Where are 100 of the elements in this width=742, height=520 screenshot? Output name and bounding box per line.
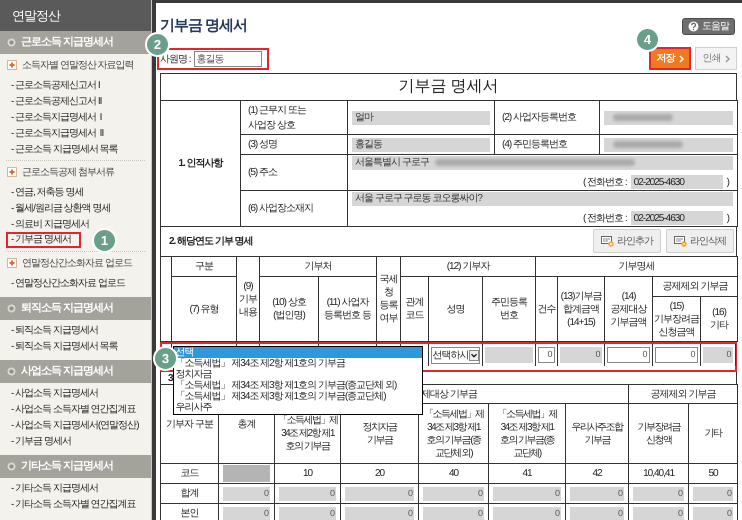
readonly-field: 0 [570,486,624,500]
delete-row-button[interactable]: 라인삭제 [666,229,734,253]
column-header: 공제제외 기부금 [652,276,738,296]
readonly-field: 0 [279,506,336,520]
column-header: 관계 코드 [400,276,428,342]
readonly-field: 0 [633,506,684,520]
column-header: 기타 [688,404,738,464]
readonly-field: 0 [693,486,734,500]
bullet-icon [7,304,16,313]
field-label: (3) 성명 [240,134,348,154]
section-heading: 3 [168,372,173,384]
phone-label: ( 전화번호 : [582,176,627,190]
readonly-field: 0 [223,506,270,520]
delete-row-icon [674,235,687,247]
field-label: (4) 주민등록번호 [494,134,600,154]
menu-item[interactable]: - 근로소득공제신고서 I [6,78,100,92]
readonly-field: 0 [633,486,684,500]
help-button[interactable]: 도움말 [682,18,735,34]
menu-heading[interactable]: 연말정산간소화자료 업로드 [6,254,145,272]
menu-heading[interactable]: 근로소득공제 첨부서류 [6,163,145,181]
chevron-right-icon [678,54,684,62]
bullet-icon [7,38,16,47]
table-cell: 본인 [160,504,218,520]
table-cell: 41 [488,464,566,484]
add-row-button[interactable]: 라인추가 [593,229,661,253]
help-icon [688,20,699,32]
column-header: 기부명세 [536,256,738,276]
column-header: 구분 [172,256,236,276]
input-field[interactable]: 0 [606,347,650,363]
readonly-field: 0 [423,506,484,520]
input-field[interactable]: 0 [654,347,698,363]
menu-item[interactable]: - 근로소득 지급명세서 목록 [6,142,118,156]
phone-label: ( 전화번호 : [582,212,627,226]
readonly-field: 홍길동 [352,138,490,152]
menu-item[interactable]: - 퇴직소득 지급명세서 목록 [6,338,118,354]
step-badge: 4 [635,27,660,52]
field-label: (5) 주소 [240,154,348,190]
menu-item[interactable]: - 근로소득지급명세서 I [6,110,102,124]
dropdown-option[interactable]: 「소득세법」 제34조 제3항 제1호의 기부금(종교단체) [174,391,422,402]
print-button[interactable]: 인쇄 [695,47,737,70]
table-cell: 합계 [160,484,218,504]
readonly-field: 02-2025-4630 [630,175,723,189]
column-header: (13)기부금 합계금액 (14+15) [558,276,605,342]
bullet-icon [7,367,16,376]
column-header: 「소득세법」제 34조 제3항 제1 호의 기부금(종 교단체) [488,404,566,464]
column-header: 기부처 [260,256,376,276]
readonly-field: 0 [560,347,602,363]
column-header: (14) 공제대상 기부금액 [604,276,653,342]
plus-icon [7,60,17,70]
menu-item[interactable]: - 월세/원리금 상환액 명세 [6,200,110,216]
dropdown-option[interactable]: 「소득세법」 제34조 제3항 제1호의 기부금(종교단체 외) [174,380,422,391]
step-badge: 3 [153,346,178,371]
dropdown-option[interactable]: 정치자금 [174,369,422,380]
step-badge: 1 [92,228,117,253]
column-header: 건수 [536,276,558,342]
readonly-field: 0 [493,486,561,500]
column-header: (15) 기부장려금 신청금액 [652,296,701,342]
menu-item[interactable]: - 기타소득 소득자별 연간집계표 [6,496,136,512]
form-title: 기부금 명세서 [160,73,737,101]
menu-item[interactable]: - 근로소득공제신고서 II [6,94,102,108]
menu-item[interactable]: - 기타소득 지급명세서 [6,480,98,496]
readonly-field: 0 [223,486,270,500]
menu-item[interactable]: - 사업소득 지급명세서(연말정산) [6,418,139,432]
readonly-field: 0 [345,486,414,500]
input-field[interactable]: 홍길동 [194,51,262,67]
section-heading: 2. 해당연도 기부 명세 [169,234,253,248]
dropdown-menu[interactable]: 선택 「소득세법」 제34조 제2항 제1호의 기부금 정치자금 「소득세법」 제34조 제3항 제1호의 기부금(종교단체 외) 「소득세법」 제34조 제3항 제1호의 기부금(종교단체) 우리사주 [172,346,422,415]
menu-item[interactable]: - 연말정산간소화자료 업로드 [6,276,125,290]
menu-item[interactable]: - 기부금 명세서 [6,232,81,248]
table-cell: 20 [340,464,418,484]
phone-label: ) [726,176,729,190]
chevron-down-icon [468,348,478,362]
menu-item[interactable]: - 연금, 저축등 명세 [6,184,84,200]
chevron-right-icon [724,54,730,62]
menu-item[interactable]: - 사업소득 소득자별 연간집계표 [6,402,136,416]
table-cell: 10 [274,464,340,484]
name-select[interactable]: 선택하시 [430,346,480,364]
column-header: (16) 기타 [700,296,738,342]
menu-item[interactable]: - 사업소득 지급명세서 [6,386,98,400]
plus-icon [7,167,17,177]
input-field[interactable]: 0 [538,347,554,363]
menu-item[interactable]: - 기부금 명세서 [6,434,71,448]
table-cell: 50 [688,464,738,484]
menu-heading[interactable]: 소득자별 연말정산 자료입력 [6,56,145,74]
table-cell: 10,40,41 [628,464,689,484]
column-header: (10) 상호 (법인명) [260,276,318,342]
readonly-field: 0 [693,506,734,520]
field-label: (2) 사업자등록번호 [494,100,600,134]
bullet-icon [7,462,16,471]
field-label: (6) 사업장소재지 [240,190,348,226]
column-header: 우리사주조합 기부금 [566,404,629,464]
plus-icon [7,258,17,268]
table-cell: 코드 [160,464,218,484]
menu-item[interactable]: - 의료비 지급명세서 [6,216,89,232]
readonly-field: 0 [345,506,414,520]
field-label: (1) 근무지 또는 사업장 상호 [240,100,348,134]
menu-item[interactable]: - 퇴직소득 지급명세서 [6,322,98,338]
column-header: (9) 기부 내용 [236,256,260,342]
menu-item[interactable]: - 근로소득지급명세서 II [6,126,104,140]
readonly-field: 서울 구로구 구로동 코오롱싸이? [352,192,733,206]
